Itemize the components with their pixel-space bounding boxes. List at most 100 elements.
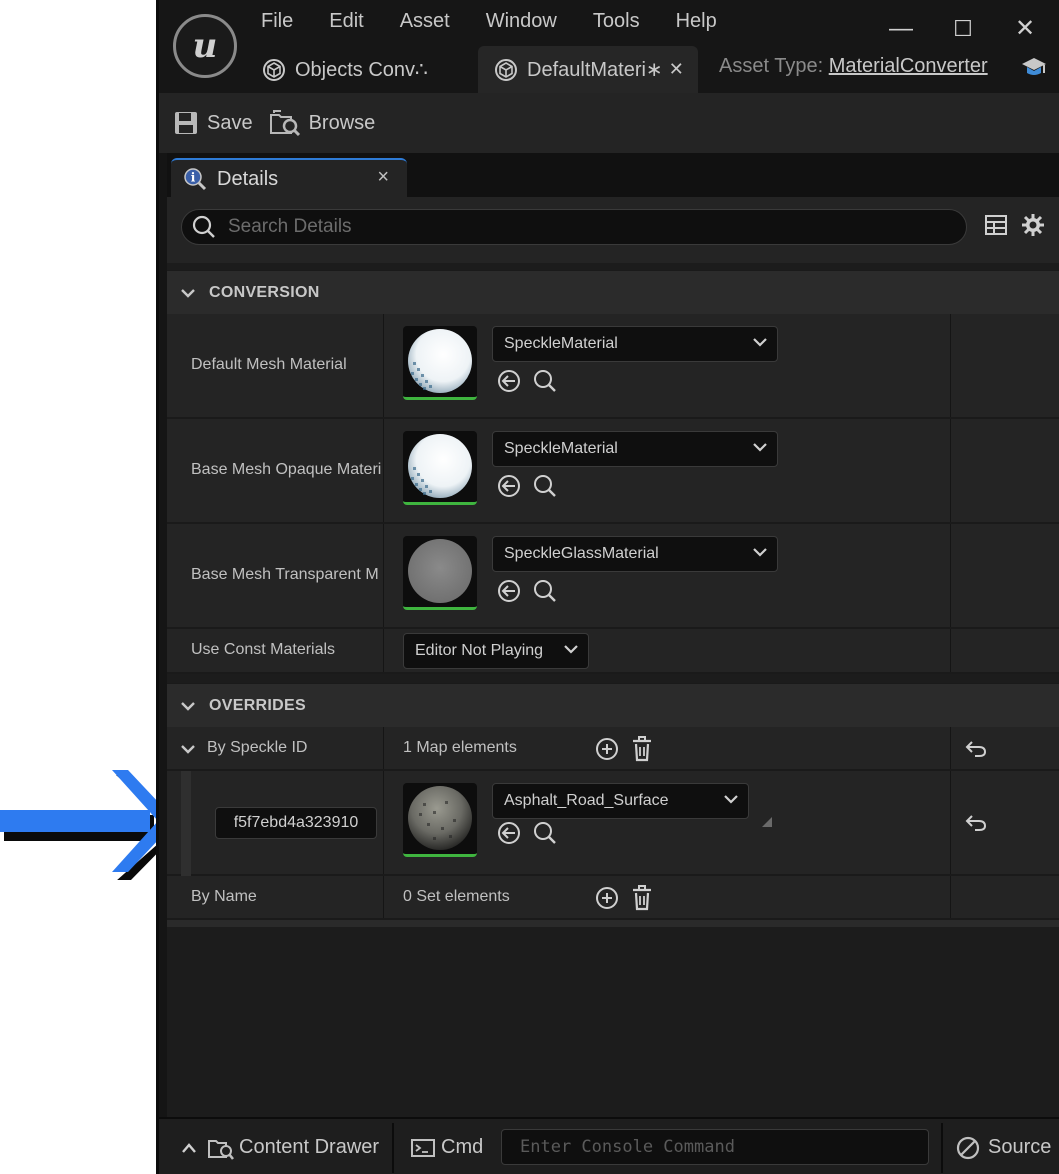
use-selected-icon[interactable]: [497, 474, 521, 498]
material-dropdown[interactable]: SpeckleMaterial: [492, 431, 778, 467]
asset-type-link[interactable]: MaterialConverter: [829, 55, 988, 77]
material-thumbnail[interactable]: [403, 536, 477, 610]
property-name: Base Mesh Transparent M: [191, 566, 379, 583]
material-value: Asphalt_Road_Surface: [504, 792, 669, 809]
search-input[interactable]: Search Details: [181, 209, 967, 245]
menu-window[interactable]: Window: [486, 10, 575, 33]
svg-text:i: i: [191, 171, 196, 185]
tab-label: Objects Conv∴: [295, 59, 428, 81]
add-element-icon[interactable]: [595, 886, 619, 910]
chevron-down-icon: [753, 338, 767, 347]
cmd-button[interactable]: Cmd: [411, 1119, 483, 1174]
browse-asset-icon[interactable]: [533, 821, 557, 845]
menu-edit[interactable]: Edit: [329, 10, 381, 33]
reset-icon[interactable]: [965, 813, 987, 833]
set-count: 0 Set elements: [403, 888, 510, 905]
search-icon: [192, 215, 215, 238]
menu-file[interactable]: File: [261, 10, 311, 33]
asset-type-label: Asset Type:: [719, 55, 824, 77]
editor-window: u File Edit Asset Window Tools Help — ☐ …: [156, 0, 1059, 1174]
category-overrides[interactable]: OVERRIDES: [167, 683, 1059, 727]
trash-icon[interactable]: [631, 885, 653, 911]
asset-toolbar: Save Browse: [159, 93, 1059, 153]
speckle-id-field[interactable]: f5f7ebd4a323910: [215, 807, 377, 839]
property-name: Base Mesh Opaque Materi: [191, 461, 381, 478]
chevron-down-icon: [753, 443, 767, 452]
menu-help[interactable]: Help: [676, 10, 735, 33]
browse-asset-icon[interactable]: [533, 579, 557, 603]
menu-tools[interactable]: Tools: [593, 10, 658, 33]
folder-search-icon: [208, 1139, 235, 1160]
learning-hat-icon[interactable]: [1021, 55, 1047, 84]
unreal-logo-icon[interactable]: u: [173, 14, 237, 78]
minimize-button[interactable]: —: [886, 14, 916, 44]
browse-asset-icon[interactable]: [533, 369, 557, 393]
material-value: SpeckleMaterial: [504, 440, 618, 457]
map-count: 1 Map elements: [403, 739, 517, 756]
gear-icon[interactable]: [1021, 213, 1045, 242]
property-name: By Speckle ID: [207, 739, 308, 756]
material-value: SpeckleMaterial: [504, 335, 618, 352]
chevron-down-icon: [181, 288, 195, 298]
cube-icon: [263, 58, 285, 81]
cube-icon: [495, 58, 517, 81]
category-label: OVERRIDES: [209, 696, 306, 714]
source-control-icon: [956, 1136, 980, 1159]
property-name: By Name: [191, 888, 257, 905]
source-control-button[interactable]: Source: [956, 1119, 1051, 1174]
category-conversion[interactable]: CONVERSION: [167, 270, 1059, 314]
material-dropdown[interactable]: SpeckleMaterial: [492, 326, 778, 362]
chevron-up-icon: [182, 1142, 196, 1153]
search-placeholder: Search Details: [228, 216, 352, 237]
menu-asset[interactable]: Asset: [400, 10, 468, 33]
override-material-dropdown[interactable]: Asphalt_Road_Surface: [492, 783, 749, 819]
material-thumbnail[interactable]: [403, 431, 477, 505]
reset-icon[interactable]: [965, 739, 987, 759]
table-view-icon[interactable]: [985, 215, 1007, 240]
close-window-button[interactable]: ✕: [1010, 14, 1040, 44]
browse-button[interactable]: Browse: [269, 109, 375, 137]
details-tab-close-button[interactable]: ×: [377, 166, 389, 189]
annotation-arrow-icon: [0, 770, 180, 880]
details-tab-label: Details: [217, 167, 279, 190]
content-drawer-button[interactable]: Content Drawer: [181, 1119, 379, 1174]
resize-handle-icon[interactable]: [762, 817, 772, 827]
property-name: Use Const Materials: [191, 641, 336, 658]
tab-details[interactable]: i Details ×: [171, 158, 407, 198]
cmd-label: Cmd: [441, 1136, 484, 1158]
material-thumbnail[interactable]: [403, 783, 477, 857]
const-materials-dropdown[interactable]: Editor Not Playing: [403, 633, 589, 669]
material-dropdown[interactable]: SpeckleGlassMaterial: [492, 536, 778, 572]
add-element-icon[interactable]: [595, 737, 619, 761]
property-name: Default Mesh Material: [191, 356, 347, 373]
maximize-button[interactable]: ☐: [948, 14, 978, 44]
map-entry-row: f5f7ebd4a323910 Asphalt_Road_Surface: [167, 771, 1059, 876]
property-row: Default Mesh Material SpeckleMaterial: [167, 314, 1059, 419]
chevron-down-icon: [564, 645, 578, 654]
chevron-down-icon: [181, 701, 195, 711]
tab-close-button[interactable]: ✕: [669, 59, 684, 80]
browse-asset-icon[interactable]: [533, 474, 557, 498]
trash-icon[interactable]: [631, 736, 653, 762]
use-selected-icon[interactable]: [497, 579, 521, 603]
tab-label: DefaultMateri∗: [527, 59, 663, 81]
save-icon: [175, 112, 197, 134]
terminal-icon: [411, 1138, 435, 1157]
property-row: Use Const Materials Editor Not Playing: [167, 629, 1059, 674]
details-tab-bar: i Details ×: [167, 153, 1059, 198]
material-value: SpeckleGlassMaterial: [504, 545, 659, 562]
property-row: By Speckle ID 1 Map elements: [167, 727, 1059, 771]
use-selected-icon[interactable]: [497, 821, 521, 845]
save-button[interactable]: Save: [173, 110, 253, 136]
tab-objects-converter[interactable]: Objects Conv∴: [263, 46, 463, 93]
details-icon: i: [184, 168, 207, 191]
details-panel: Search Details CONVERSION Default Mesh M…: [167, 197, 1059, 1117]
property-row: Base Mesh Opaque Materi SpeckleMaterial: [167, 419, 1059, 524]
console-input[interactable]: Enter Console Command: [501, 1129, 929, 1165]
tab-default-material[interactable]: DefaultMateri∗ ✕: [478, 46, 698, 93]
console-placeholder: Enter Console Command: [520, 1137, 735, 1157]
use-selected-icon[interactable]: [497, 369, 521, 393]
chevron-down-icon[interactable]: [181, 744, 195, 754]
material-thumbnail[interactable]: [403, 326, 477, 400]
chevron-down-icon: [724, 795, 738, 804]
